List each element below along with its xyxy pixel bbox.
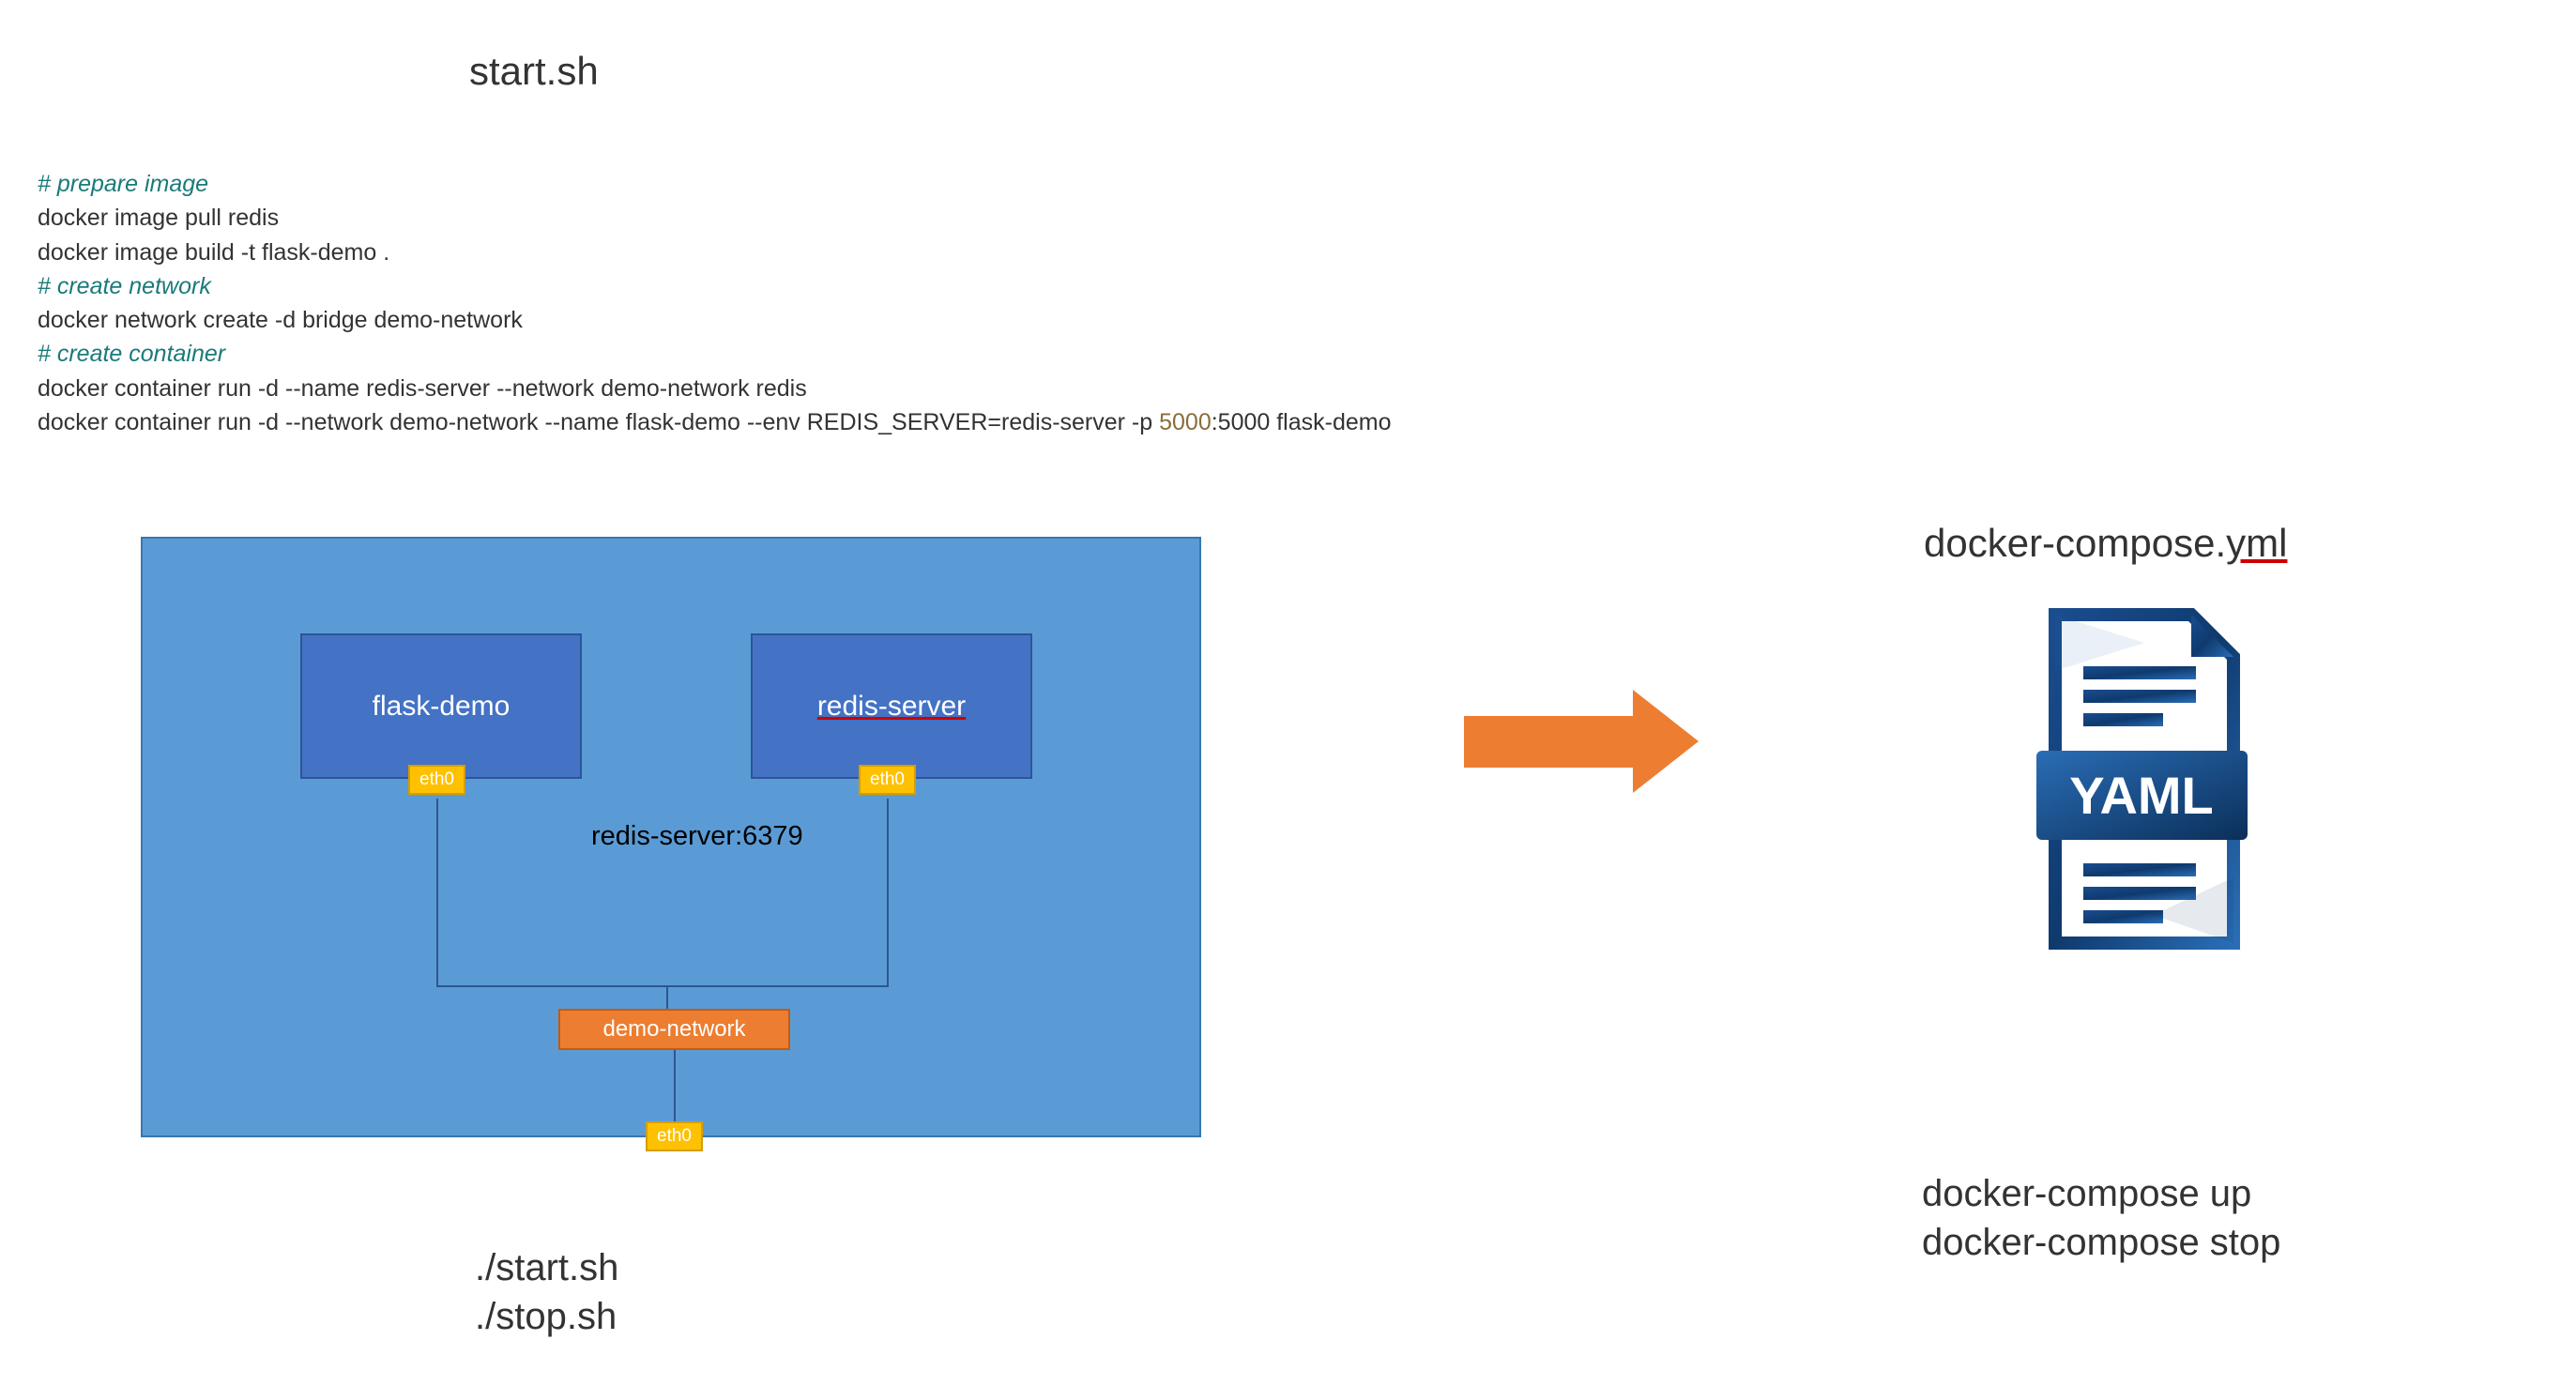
script-code: # prepare imagedocker image pull redisdo… [38, 167, 1392, 439]
cmd-compose-stop: docker-compose stop [1922, 1218, 2280, 1267]
cmd-stop: ./stop.sh [475, 1292, 618, 1341]
right-commands: docker-compose up docker-compose stop [1922, 1169, 2280, 1267]
compose-filename: docker-compose.yml [1924, 521, 2287, 566]
container-redis-server: redis-server [751, 633, 1032, 779]
code-line: docker image pull redis [38, 201, 1392, 235]
conn-line [887, 799, 889, 986]
code-line: # prepare image [38, 167, 1392, 201]
network-box: demo-network [558, 1009, 790, 1050]
compose-filename-ext: yml [2226, 521, 2287, 565]
left-commands: ./start.sh ./stop.sh [475, 1243, 618, 1341]
svg-text:YAML: YAML [2069, 766, 2214, 825]
code-line: # create container [38, 337, 1392, 371]
code-line: docker container run -d --network demo-n… [38, 405, 1392, 439]
conn-line [436, 985, 666, 987]
conn-line [436, 799, 438, 986]
conn-line [666, 985, 889, 987]
cmd-compose-up: docker-compose up [1922, 1169, 2280, 1218]
redis-server-label: redis-server [817, 691, 966, 723]
arrow-icon [1464, 690, 1699, 793]
eth0-redis: eth0 [859, 765, 916, 795]
eth0-flask: eth0 [408, 765, 465, 795]
redis-port-label: redis-server:6379 [591, 821, 803, 852]
cmd-start: ./start.sh [475, 1243, 618, 1292]
code-line: # create network [38, 269, 1392, 303]
container-flask-demo: flask-demo [300, 633, 582, 779]
yaml-file-icon: YAML [2004, 596, 2276, 971]
code-line: docker network create -d bridge demo-net… [38, 303, 1392, 337]
code-line: docker image build -t flask-demo . [38, 236, 1392, 269]
code-line: docker container run -d --name redis-ser… [38, 372, 1392, 405]
script-title: start.sh [469, 49, 599, 94]
compose-filename-pre: docker-compose. [1924, 521, 2226, 565]
eth0-host: eth0 [646, 1121, 703, 1151]
conn-line [666, 985, 668, 1009]
